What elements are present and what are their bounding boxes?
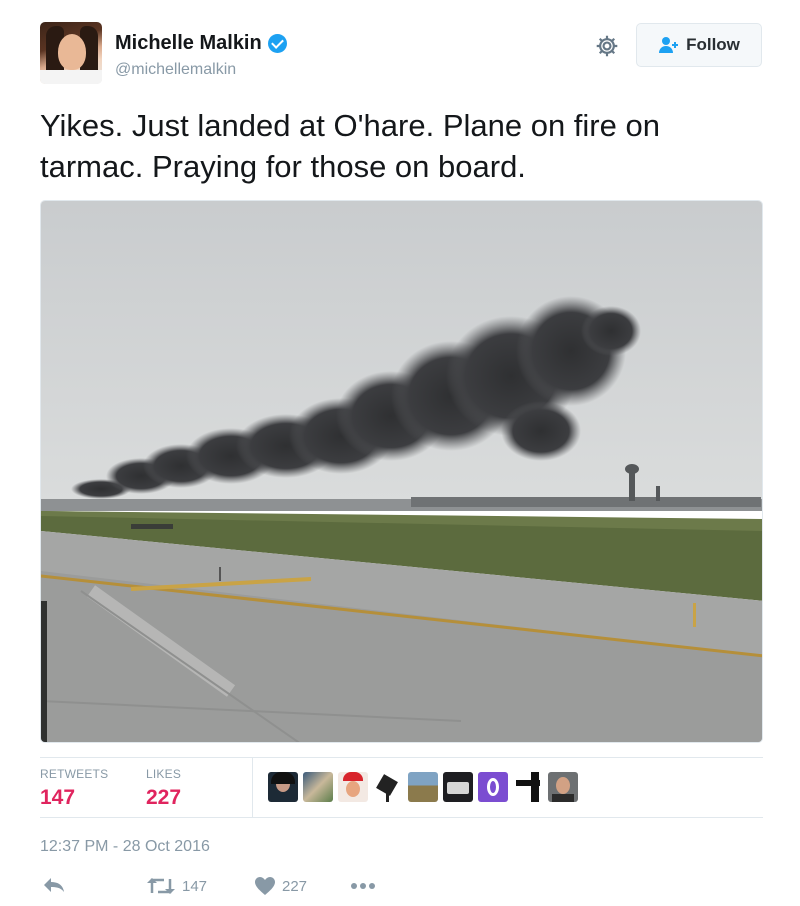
avatar[interactable]	[40, 22, 102, 84]
liker-avatars	[268, 772, 578, 802]
liker-avatar[interactable]	[303, 772, 333, 802]
retweets-count[interactable]: 147	[40, 786, 75, 810]
tweet-text: Yikes. Just landed at O'hare. Plane on f…	[40, 108, 660, 184]
tweet-photo[interactable]	[40, 200, 763, 743]
liker-avatar[interactable]	[513, 772, 543, 802]
divider	[40, 817, 763, 818]
liker-avatar[interactable]	[338, 772, 368, 802]
divider	[252, 757, 253, 817]
reply-button[interactable]	[42, 876, 66, 894]
follow-label: Follow	[686, 35, 740, 54]
liker-avatar[interactable]	[443, 772, 473, 802]
retweet-button[interactable]: 147	[146, 876, 207, 896]
likes-label[interactable]: LIKES	[146, 767, 181, 781]
follow-button[interactable]: Follow	[636, 23, 762, 67]
liker-avatar[interactable]	[408, 772, 438, 802]
liker-avatar[interactable]	[478, 772, 508, 802]
like-count: 227	[282, 877, 308, 895]
liker-avatar[interactable]	[548, 772, 578, 802]
reply-icon	[44, 878, 64, 892]
author-name-row[interactable]: Michelle Malkin	[115, 32, 287, 55]
verified-badge-icon	[267, 34, 287, 53]
retweet-count: 147	[182, 877, 208, 895]
more-button[interactable]	[350, 882, 376, 890]
author-name[interactable]: Michelle Malkin	[115, 32, 262, 55]
heart-icon	[255, 877, 275, 895]
gear-icon[interactable]	[594, 33, 620, 59]
like-button[interactable]: 227	[254, 876, 307, 896]
timestamp[interactable]: 12:37 PM - 28 Oct 2016	[40, 838, 210, 856]
liker-avatar[interactable]	[268, 772, 298, 802]
follow-user-icon	[659, 37, 679, 53]
divider	[40, 757, 763, 758]
retweet-icon	[147, 878, 175, 894]
retweets-label[interactable]: RETWEETS	[40, 767, 108, 781]
liker-avatar[interactable]	[373, 772, 403, 802]
author-handle[interactable]: @michellemalkin	[115, 61, 236, 79]
more-icon	[351, 883, 375, 889]
likes-count[interactable]: 227	[146, 786, 181, 810]
